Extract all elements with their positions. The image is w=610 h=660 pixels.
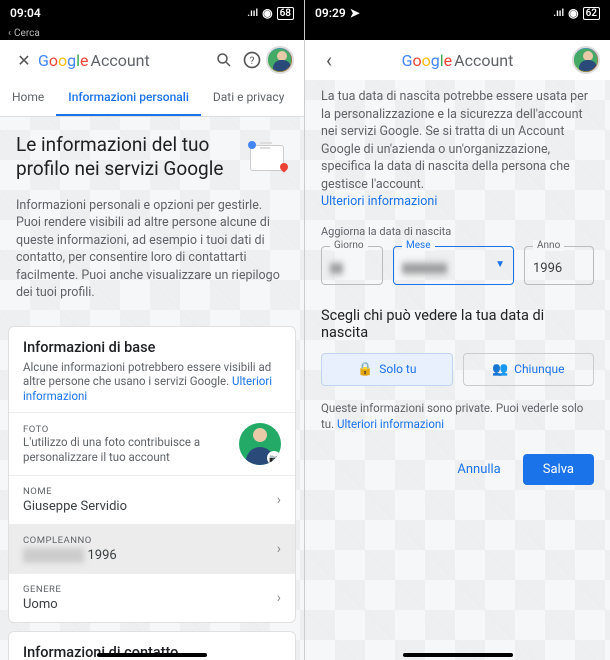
year-label: Anno <box>533 240 564 251</box>
search-icon <box>215 51 233 69</box>
basic-info-desc: Alcune informazioni potrebbero essere vi… <box>23 360 281 405</box>
tab-bar: Home Informazioni personali Dati e priva… <box>0 80 304 117</box>
status-bar: 09:29 ➤ .ııl ◉ 62 <box>305 0 610 26</box>
battery-indicator: 68 <box>277 7 294 20</box>
birthday-fields: Giorno xx Mese xxxxxxx ▼ Anno 1996 <box>321 246 594 285</box>
signal-icon: .ııl <box>247 8 258 19</box>
google-account-logo: Google Account <box>343 51 572 70</box>
battery-indicator: 62 <box>583 7 600 20</box>
status-time: 09:04 <box>10 6 41 20</box>
content-area: ‹ Google Account La tua data di nascita … <box>305 40 610 660</box>
photo-desc: L'utilizzo di una foto contribuisce a pe… <box>23 435 239 465</box>
nav-back-bar[interactable]: ‹ Cerca <box>0 26 304 40</box>
content-area: ✕ Google Account ? Home Informazioni per… <box>0 40 304 660</box>
day-value: xx <box>330 261 343 276</box>
choice-only-you-label: Solo tu <box>379 362 416 376</box>
chevron-right-icon: › <box>277 541 281 557</box>
status-time: 09:29 <box>315 6 346 20</box>
home-indicator[interactable] <box>403 653 513 657</box>
google-account-logo: Google Account <box>38 51 150 70</box>
day-field[interactable]: Giorno xx <box>321 246 383 285</box>
month-value: xxxxxxx <box>402 261 447 276</box>
privacy-note: Queste informazioni sono private. Puoi v… <box>321 400 594 432</box>
intro-paragraph: Informazioni personali e opzioni per ges… <box>0 197 304 318</box>
photo-row[interactable]: FOTO L'utilizzo di una foto contribuisce… <box>9 412 295 475</box>
month-field[interactable]: Mese xxxxxxx ▼ <box>393 246 514 285</box>
chevron-right-icon: › <box>277 492 281 508</box>
more-info-link[interactable]: Ulteriori informazioni <box>321 194 437 209</box>
help-icon: ? <box>242 50 262 70</box>
name-row[interactable]: NOME Giuseppe Servidio › <box>9 475 295 524</box>
photo-label: FOTO <box>23 424 239 435</box>
nav-back-bar <box>305 26 610 40</box>
visibility-title: Scegli chi può vedere la tua data di nas… <box>321 307 594 341</box>
svg-text:?: ? <box>250 56 255 67</box>
signal-icon: .ııl <box>553 8 564 19</box>
screen-personal-info: 09:04 .ııl ◉ 68 ‹ Cerca ✕ Google Account… <box>0 0 305 660</box>
birthday-explanation: La tua data di nascita potrebbe essere u… <box>321 88 594 211</box>
save-button[interactable]: Salva <box>523 454 594 485</box>
home-indicator[interactable] <box>97 653 207 657</box>
note-more-link[interactable]: Ulteriori informazioni <box>337 417 444 431</box>
basic-info-card: Informazioni di base Alcune informazioni… <box>8 326 296 624</box>
account-avatar[interactable] <box>266 46 294 74</box>
app-bar: ✕ Google Account ? <box>0 40 304 80</box>
tab-privacy[interactable]: Dati e privacy <box>201 80 297 116</box>
app-bar: ‹ Google Account <box>305 40 610 80</box>
page-title: Le informazioni del tuo profilo nei serv… <box>16 133 230 181</box>
logo-account-text: Account <box>91 51 150 70</box>
camera-icon: 📷 <box>267 451 281 465</box>
people-icon: 👥 <box>492 362 508 377</box>
chevron-left-icon: ‹ <box>8 28 11 39</box>
visibility-choices: 🔒 Solo tu 👥 Chiunque <box>321 353 594 386</box>
gender-value: Uomo <box>23 597 277 612</box>
wifi-icon: ◉ <box>568 6 578 20</box>
back-button[interactable]: ‹ <box>315 46 343 74</box>
update-birthday-label: Aggiorna la data di nascita <box>321 225 594 238</box>
birthday-row[interactable]: COMPLEANNO xx xxxxxxx 1996 › <box>9 524 295 573</box>
choice-only-you[interactable]: 🔒 Solo tu <box>321 353 453 386</box>
lock-icon: 🔒 <box>357 362 373 377</box>
choice-anyone-label: Chiunque <box>514 362 564 376</box>
cancel-button[interactable]: Annulla <box>447 454 510 485</box>
help-button[interactable]: ? <box>238 46 266 74</box>
name-label: NOME <box>23 486 277 497</box>
gender-row[interactable]: GENERE Uomo › <box>9 573 295 622</box>
profile-illustration <box>238 133 288 173</box>
year-field[interactable]: Anno 1996 <box>524 246 594 285</box>
close-button[interactable]: ✕ <box>10 46 38 74</box>
basic-info-title: Informazioni di base <box>23 339 281 356</box>
choice-anyone[interactable]: 👥 Chiunque <box>463 353 595 386</box>
screen-edit-birthday: 09:29 ➤ .ııl ◉ 62 ‹ Google Account La t <box>305 0 610 660</box>
location-icon: ➤ <box>350 6 360 20</box>
tab-home[interactable]: Home <box>0 80 56 116</box>
logo-account-text: Account <box>454 51 513 70</box>
chevron-right-icon: › <box>277 590 281 606</box>
account-avatar[interactable] <box>572 46 600 74</box>
tab-personal-info[interactable]: Informazioni personali <box>56 80 201 116</box>
wifi-icon: ◉ <box>262 6 272 20</box>
day-label: Giorno <box>330 240 368 251</box>
birthday-value: xx xxxxxxx 1996 <box>23 548 277 563</box>
action-buttons: Annulla Salva <box>321 454 594 485</box>
birthday-label: COMPLEANNO <box>23 535 277 546</box>
month-label: Mese <box>402 240 435 251</box>
gender-label: GENERE <box>23 584 277 595</box>
year-value: 1996 <box>533 261 562 276</box>
search-button[interactable] <box>210 46 238 74</box>
chevron-down-icon: ▼ <box>495 259 505 270</box>
status-bar: 09:04 .ııl ◉ 68 <box>0 0 304 26</box>
nav-back-label: Cerca <box>14 28 40 39</box>
name-value: Giuseppe Servidio <box>23 499 277 514</box>
hero-section: Le informazioni del tuo profilo nei serv… <box>0 117 304 197</box>
profile-photo[interactable]: 📷 <box>239 423 281 465</box>
